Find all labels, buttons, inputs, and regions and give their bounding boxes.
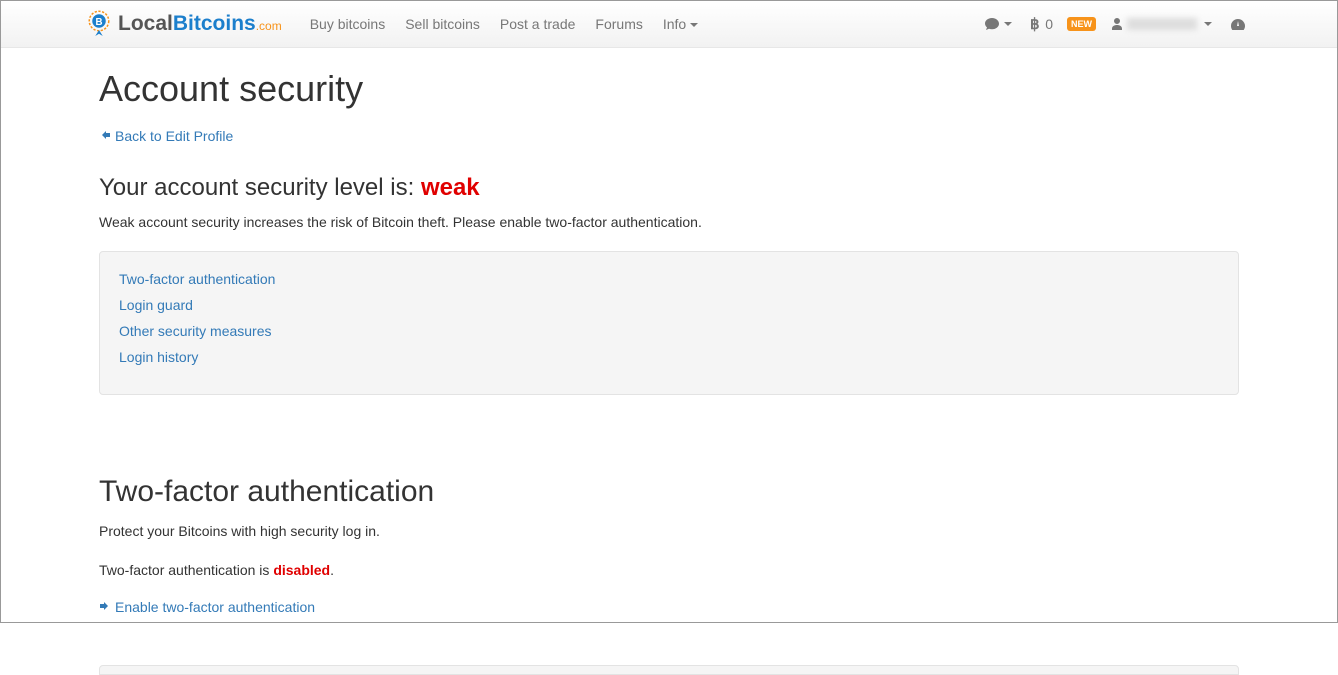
top-navbar: B LocalBitcoins.com Buy bitcoins Sell bi… — [1, 1, 1337, 48]
toc-other-measures-link[interactable]: Other security measures — [119, 323, 272, 339]
svg-text:B: B — [95, 17, 102, 28]
two-factor-status-value: disabled — [273, 562, 330, 578]
toc-login-history-link[interactable]: Login history — [119, 349, 198, 365]
arrow-left-icon — [99, 128, 111, 144]
nav-post-trade[interactable]: Post a trade — [490, 2, 586, 46]
logo-text: LocalBitcoins.com — [118, 12, 282, 36]
bitcoin-icon: ฿ — [1030, 16, 1043, 32]
balance-value: 0 — [1045, 16, 1053, 32]
security-level-value: weak — [421, 174, 480, 201]
two-factor-heading: Two-factor authentication — [99, 475, 1239, 509]
toc-login-guard-link[interactable]: Login guard — [119, 297, 193, 313]
user-dropdown[interactable] — [1102, 9, 1220, 39]
weak-warning-text: Weak account security increases the risk… — [99, 212, 1239, 233]
messages-dropdown[interactable] — [976, 9, 1020, 39]
wallet-balance[interactable]: ฿ 0 — [1022, 8, 1061, 40]
security-level-heading: Your account security level is: weak — [99, 174, 1239, 202]
dashboard-icon — [1230, 17, 1246, 31]
username-text — [1127, 18, 1197, 30]
nav-sell-bitcoins[interactable]: Sell bitcoins — [395, 2, 490, 46]
security-toc-well: Two-factor authentication Login guard Ot… — [99, 251, 1239, 395]
nav-info-dropdown[interactable]: Info — [653, 2, 708, 46]
nav-buy-bitcoins[interactable]: Buy bitcoins — [300, 2, 395, 46]
two-factor-status: Two-factor authentication is disabled. — [99, 560, 1239, 581]
svg-text:฿: ฿ — [1030, 16, 1040, 32]
nav-forums[interactable]: Forums — [585, 2, 652, 46]
two-factor-description: Protect your Bitcoins with high security… — [99, 521, 1239, 542]
enable-two-factor-link[interactable]: Enable two-factor authentication — [99, 599, 315, 615]
logo-icon: B — [84, 9, 114, 39]
caret-down-icon — [1204, 22, 1212, 26]
caret-down-icon — [690, 23, 698, 27]
dashboard-link[interactable] — [1222, 9, 1254, 39]
toc-two-factor-link[interactable]: Two-factor authentication — [119, 271, 275, 287]
caret-down-icon — [1004, 22, 1012, 26]
main-content: Account security Back to Edit Profile Yo… — [84, 68, 1254, 675]
speech-bubble-icon — [984, 17, 1000, 31]
back-to-edit-profile-link[interactable]: Back to Edit Profile — [99, 128, 233, 144]
page-title: Account security — [99, 68, 1239, 110]
user-icon — [1110, 17, 1124, 31]
new-badge: NEW — [1067, 17, 1096, 31]
logo-link[interactable]: B LocalBitcoins.com — [84, 9, 282, 39]
arrow-right-icon — [99, 599, 111, 615]
next-section-well — [99, 665, 1239, 675]
